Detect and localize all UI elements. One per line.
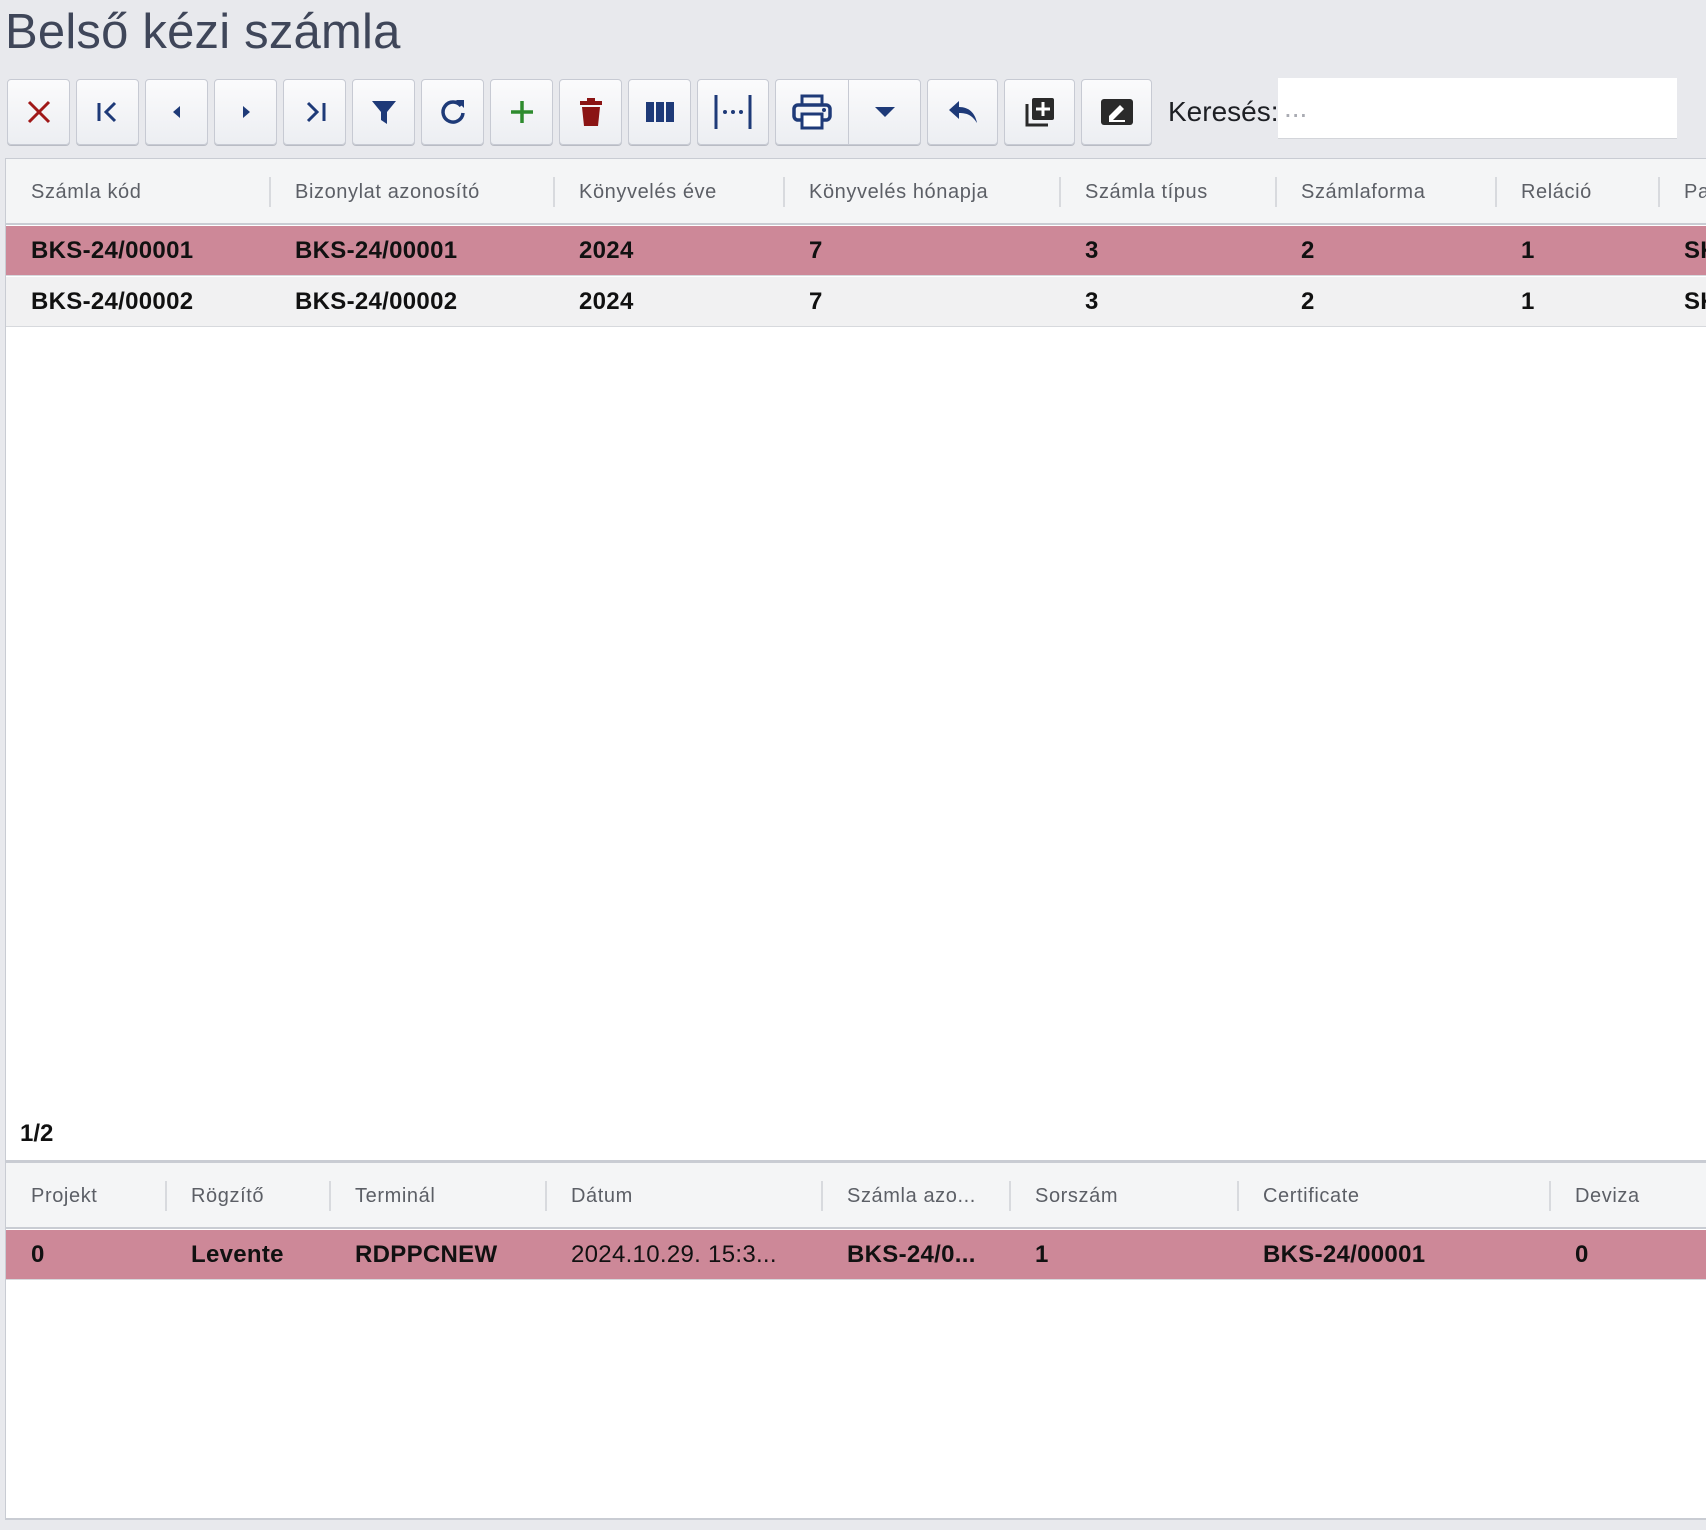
signature-icon bbox=[1100, 99, 1133, 125]
page-title: Belső kézi számla bbox=[5, 5, 401, 59]
last-record-button[interactable] bbox=[283, 79, 346, 145]
undo-icon bbox=[948, 101, 977, 123]
column-header[interactable]: Dátum bbox=[571, 1163, 633, 1229]
table-cell: 2024 bbox=[579, 288, 634, 315]
table-row[interactable]: BKS-24/00002 BKS-24/00002 2024 7 3 2 1 S… bbox=[6, 277, 1706, 327]
column-header[interactable]: Sorszám bbox=[1035, 1163, 1118, 1229]
column-resize-handle[interactable] bbox=[545, 1181, 547, 1211]
chevron-down-icon bbox=[874, 107, 895, 117]
delete-button[interactable] bbox=[559, 79, 622, 145]
column-header[interactable]: Számla kód bbox=[31, 159, 142, 225]
table-cell: BKS-24/00001 bbox=[31, 237, 194, 264]
column-width-icon bbox=[714, 95, 752, 129]
first-record-button[interactable] bbox=[76, 79, 139, 145]
column-resize-handle[interactable] bbox=[1658, 177, 1660, 207]
table-cell: 0 bbox=[31, 1241, 45, 1268]
table-cell: 2 bbox=[1301, 288, 1315, 315]
table-cell: 3 bbox=[1085, 288, 1099, 315]
add-copy-button[interactable] bbox=[1004, 79, 1075, 145]
column-header[interactable]: Számla típus bbox=[1085, 159, 1208, 225]
refresh-icon bbox=[440, 100, 465, 124]
column-header[interactable]: Számlaforma bbox=[1301, 159, 1425, 225]
print-options-dropdown[interactable] bbox=[848, 79, 921, 145]
column-resize-handle[interactable] bbox=[553, 177, 555, 207]
add-copy-icon bbox=[1025, 98, 1054, 127]
column-header[interactable]: Terminál bbox=[355, 1163, 435, 1229]
filter-button[interactable] bbox=[352, 79, 415, 145]
column-header[interactable]: Könyvelés hónapja bbox=[809, 159, 988, 225]
column-header[interactable]: Certificate bbox=[1263, 1163, 1360, 1229]
table-cell: BKS-24/0... bbox=[847, 1241, 976, 1268]
column-resize-handle[interactable] bbox=[1237, 1181, 1239, 1211]
table-cell: Levente bbox=[191, 1241, 284, 1268]
add-icon bbox=[510, 101, 533, 123]
column-resize-handle[interactable] bbox=[165, 1181, 167, 1211]
record-counter: 1/2 bbox=[20, 1120, 54, 1147]
next-record-icon bbox=[242, 106, 250, 118]
next-record-button[interactable] bbox=[214, 79, 277, 145]
columns-icon bbox=[645, 102, 674, 122]
last-record-icon bbox=[306, 101, 325, 123]
column-header[interactable]: Számla azo... bbox=[847, 1163, 976, 1229]
print-icon bbox=[792, 94, 832, 130]
table-cell: 3 bbox=[1085, 237, 1099, 264]
print-button-group bbox=[775, 79, 921, 145]
column-resize-handle[interactable] bbox=[1009, 1181, 1011, 1211]
table-cell: 1 bbox=[1035, 1241, 1049, 1268]
table-cell: 1 bbox=[1521, 288, 1535, 315]
table-cell: 2024 bbox=[579, 237, 634, 264]
search-label: Keresés: bbox=[1168, 96, 1279, 127]
table-cell: BKS-24/00001 bbox=[295, 237, 458, 264]
table-cell: BKS-24/00002 bbox=[31, 288, 194, 315]
table-row[interactable]: 0 Levente RDPPCNEW 2024.10.29. 15:3... B… bbox=[6, 1230, 1706, 1280]
trash-icon bbox=[579, 98, 602, 126]
table-cell: SK bbox=[1684, 237, 1706, 264]
table-cell: BKS-24/00001 bbox=[1263, 1241, 1426, 1268]
refresh-button[interactable] bbox=[421, 79, 484, 145]
close-button[interactable] bbox=[7, 79, 70, 145]
columns-button[interactable] bbox=[628, 79, 691, 145]
column-resize-handle[interactable] bbox=[1275, 177, 1277, 207]
table-cell: SK bbox=[1684, 288, 1706, 315]
table-cell: 2 bbox=[1301, 237, 1315, 264]
table-cell: BKS-24/00002 bbox=[295, 288, 458, 315]
add-button[interactable] bbox=[490, 79, 553, 145]
column-resize-handle[interactable] bbox=[1549, 1181, 1551, 1211]
column-resize-handle[interactable] bbox=[783, 177, 785, 207]
column-resize-handle[interactable] bbox=[1059, 177, 1061, 207]
column-resize-handle[interactable] bbox=[269, 177, 271, 207]
column-header[interactable]: Projekt bbox=[31, 1163, 97, 1229]
table-cell: 2024.10.29. 15:3... bbox=[571, 1241, 777, 1268]
first-record-icon bbox=[97, 101, 116, 123]
toolbar bbox=[7, 79, 1158, 147]
column-width-button[interactable] bbox=[697, 79, 769, 145]
main-grid: Számla kód Bizonylat azonosító Könyvelés… bbox=[5, 158, 1706, 1162]
column-header[interactable]: Bizonylat azonosító bbox=[295, 159, 480, 225]
previous-record-button[interactable] bbox=[145, 79, 208, 145]
column-resize-handle[interactable] bbox=[821, 1181, 823, 1211]
column-header[interactable]: Pa bbox=[1684, 159, 1706, 225]
column-header[interactable]: Rögzítő bbox=[191, 1163, 264, 1229]
column-resize-handle[interactable] bbox=[329, 1181, 331, 1211]
detail-grid-header: Projekt Rögzítő Terminál Dátum Számla az… bbox=[6, 1163, 1706, 1229]
table-row[interactable]: BKS-24/00001 BKS-24/00001 2024 7 3 2 1 S… bbox=[6, 226, 1706, 276]
column-header[interactable]: Reláció bbox=[1521, 159, 1592, 225]
close-icon bbox=[27, 100, 50, 124]
column-resize-handle[interactable] bbox=[1495, 177, 1497, 207]
print-button[interactable] bbox=[775, 79, 848, 145]
table-cell: 0 bbox=[1575, 1241, 1589, 1268]
main-grid-header: Számla kód Bizonylat azonosító Könyvelés… bbox=[6, 159, 1706, 225]
signature-button[interactable] bbox=[1081, 79, 1152, 145]
table-cell: 7 bbox=[809, 237, 823, 264]
table-cell: 7 bbox=[809, 288, 823, 315]
table-cell: RDPPCNEW bbox=[355, 1241, 498, 1268]
search-input[interactable] bbox=[1278, 78, 1677, 139]
undo-button[interactable] bbox=[927, 79, 998, 145]
previous-record-icon bbox=[172, 106, 180, 118]
detail-grid: Projekt Rögzítő Terminál Dátum Számla az… bbox=[5, 1160, 1706, 1520]
table-cell: 1 bbox=[1521, 237, 1535, 264]
column-header[interactable]: Deviza bbox=[1575, 1163, 1640, 1229]
filter-icon bbox=[371, 101, 396, 124]
column-header[interactable]: Könyvelés éve bbox=[579, 159, 717, 225]
